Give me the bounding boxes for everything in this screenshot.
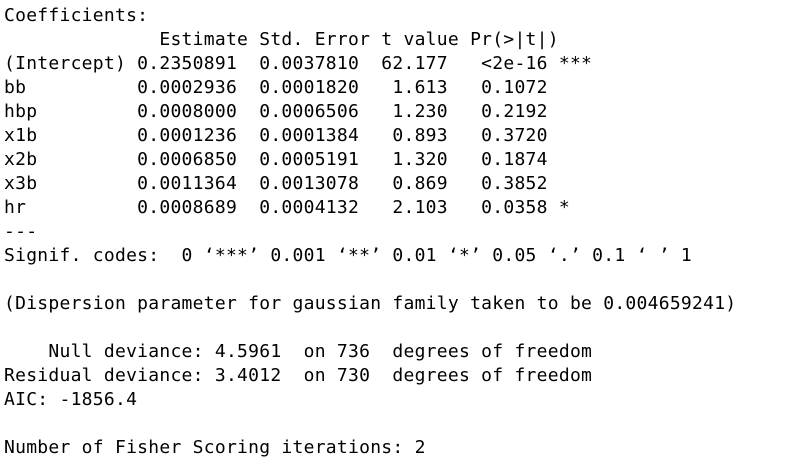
coef-row-x3b: x3b 0.0011364 0.0013078 0.869 0.3852: [4, 173, 593, 194]
fisher-iterations-line: Number of Fisher Scoring iterations: 2: [4, 437, 426, 458]
null-deviance-line: Null deviance: 4.5961 on 736 degrees of …: [4, 341, 593, 362]
coefficients-header: Estimate Std. Error t value Pr(>|t|): [4, 29, 604, 50]
coef-row-hr: hr 0.0008689 0.0004132 2.103 0.0358 *: [4, 197, 593, 218]
residual-deviance-line: Residual deviance: 3.4012 on 730 degrees…: [4, 365, 593, 386]
aic-line: AIC: -1856.4: [4, 389, 138, 410]
dispersion-line: (Dispersion parameter for gaussian famil…: [4, 293, 737, 314]
signif-codes: Signif. codes: 0 ‘***’ 0.001 ‘**’ 0.01 ‘…: [4, 245, 693, 266]
coef-row-hbp: hbp 0.0008000 0.0006506 1.230 0.2192: [4, 101, 593, 122]
coefficients-title: Coefficients:: [4, 5, 149, 26]
coef-row-x1b: x1b 0.0001236 0.0001384 0.893 0.3720: [4, 125, 593, 146]
separator-line: ---: [4, 221, 38, 242]
coef-row-intercept: (Intercept) 0.2350891 0.0037810 62.177 <…: [4, 53, 593, 74]
coef-row-bb: bb 0.0002936 0.0001820 1.613 0.1072: [4, 77, 593, 98]
coef-row-x2b: x2b 0.0006850 0.0005191 1.320 0.1874: [4, 149, 593, 170]
r-console-output: Coefficients: Estimate Std. Error t valu…: [0, 0, 800, 462]
